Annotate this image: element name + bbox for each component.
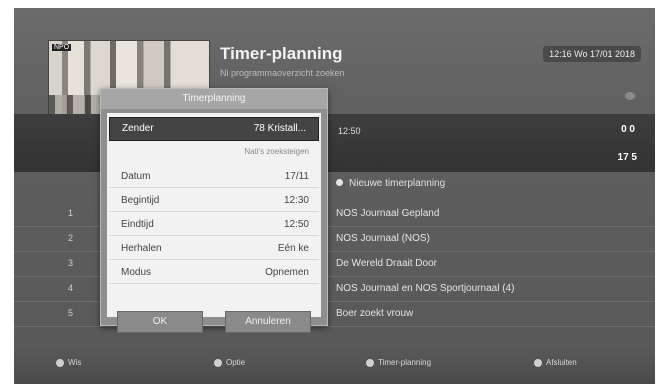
hint-delete[interactable]: Wis — [56, 358, 81, 367]
field-value: Eén ke — [277, 243, 309, 254]
row-number: 4 — [68, 283, 74, 293]
signal-icons: 0 0 — [621, 124, 635, 135]
repeat-field[interactable]: Herhalen Eén ke — [109, 239, 319, 260]
yellow-button-icon — [366, 358, 374, 367]
row-title: De Wereld Draait Door — [336, 258, 437, 269]
channel-value: 78 Kristall... — [253, 123, 306, 134]
dialog-title: Timerplanning — [101, 89, 327, 109]
hint-label: Optie — [226, 358, 246, 367]
row-title: NOS Journaal (NOS) — [336, 233, 430, 244]
start-time-field[interactable]: Begintijd 12:30 — [109, 191, 319, 212]
field-label: Modus — [121, 267, 152, 278]
bullet-icon — [336, 179, 343, 186]
info-icon — [625, 92, 635, 100]
hint-timer-planning[interactable]: Timer-planning — [366, 358, 431, 367]
channel-number: 17 5 — [617, 152, 637, 163]
field-label: Begintijd — [121, 195, 160, 206]
hint-label: Afsluiten — [546, 358, 577, 367]
row-number: 2 — [68, 233, 74, 243]
field-value: 12:50 — [283, 219, 309, 230]
hint-label: Wis — [68, 358, 82, 367]
page-title: Timer-planning — [220, 44, 343, 63]
program-name: Nati's zoeksteigen — [244, 147, 309, 156]
field-value: 17/11 — [284, 171, 309, 182]
red-button-icon — [56, 358, 64, 367]
field-label: Datum — [121, 171, 151, 182]
dialog-body: Zender 78 Kristall... Nati's zoeksteigen… — [107, 113, 321, 333]
band-time: 12:50 — [338, 126, 361, 136]
field-label: Eindtijd — [121, 219, 154, 230]
hint-label: Timer-planning — [378, 358, 432, 367]
mode-field[interactable]: Modus Opnemen — [109, 263, 319, 284]
row-number: 3 — [68, 258, 74, 268]
new-timer-item[interactable]: Nieuwe timerplanning — [336, 178, 445, 189]
timer-dialog: Timerplanning Zender 78 Kristall... Nati… — [100, 88, 328, 333]
end-time-field[interactable]: Eindtijd 12:50 — [109, 215, 319, 236]
hint-option[interactable]: Optie — [214, 358, 245, 367]
hint-exit[interactable]: Afsluiten — [534, 358, 577, 367]
row-title: NOS Journaal en NOS Sportjournaal (4) — [336, 283, 515, 294]
field-label: Herhalen — [121, 243, 162, 254]
channel-label: Zender — [122, 123, 154, 134]
page-subtitle: Ni programmaoverzicht zoeken — [220, 68, 345, 78]
channel-badge: NPO — [52, 44, 72, 51]
row-number: 5 — [68, 308, 74, 318]
row-title: Boer zoekt vrouw — [336, 308, 414, 319]
field-value: 12:30 — [283, 195, 309, 206]
row-number: 1 — [68, 208, 74, 218]
new-timer-label: Nieuwe timerplanning — [349, 178, 446, 189]
bottom-hint-bar: Wis Optie Timer-planning Afsluiten — [14, 344, 655, 384]
ok-button[interactable]: OK — [117, 311, 203, 333]
green-button-icon — [214, 358, 222, 367]
field-value: Opnemen — [265, 267, 309, 278]
row-title: NOS Journaal Gepland — [336, 208, 440, 219]
tv-screen: NPO Timer-planning Ni programmaoverzicht… — [14, 8, 655, 384]
blue-button-icon — [534, 358, 542, 367]
date-field[interactable]: Datum 17/11 — [109, 167, 319, 188]
date-time-display: 12:16 Wo 17/01 2018 — [543, 46, 641, 62]
channel-selector[interactable]: Zender 78 Kristall... — [109, 117, 319, 141]
cancel-button[interactable]: Annuleren — [225, 311, 311, 333]
